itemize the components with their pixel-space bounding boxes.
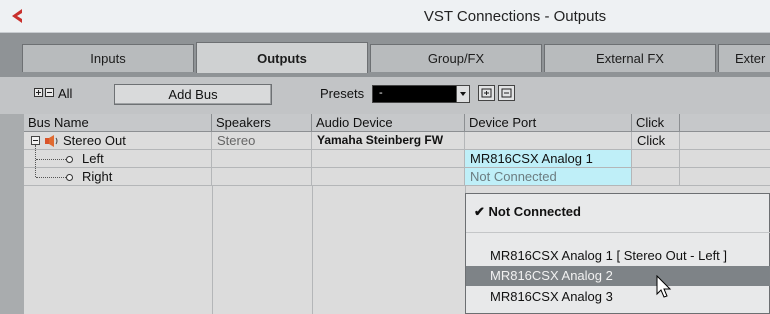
chevron-down-icon [456,86,469,102]
presets-label: Presets [320,86,365,101]
tree-line [36,177,66,178]
menu-separator [466,232,770,233]
click-cell[interactable] [632,168,680,185]
col-audio-device[interactable]: Audio Device [312,114,465,132]
click-cell[interactable]: Click [632,132,680,149]
collapse-bus-icon[interactable] [31,136,40,145]
table-header: Bus Name Speakers Audio Device Device Po… [24,114,770,132]
column-divider [312,186,313,314]
collapse-all-icon[interactable] [45,88,54,97]
title-bar: VST Connections - Outputs [0,0,770,33]
tab-external-fx[interactable]: External FX [544,44,716,72]
bus-name-cell[interactable]: Left [77,150,212,167]
checkmark-icon: ✔ [474,204,485,219]
table-row[interactable]: Left MR816CSX Analog 1 [24,145,770,168]
table-row[interactable]: Right Not Connected [24,158,770,186]
speakers-cell[interactable] [212,150,312,167]
port-icon [66,174,73,181]
remove-preset-button[interactable] [498,85,515,101]
add-bus-button[interactable]: Add Bus [114,84,272,105]
audio-device-cell[interactable]: Yamaha Steinberg FW [312,132,465,149]
menu-item-analog-2[interactable]: MR816CSX Analog 2 [466,266,770,286]
col-device-port[interactable]: Device Port [465,114,632,132]
col-click[interactable]: Click [632,114,680,132]
device-port-menu: ✔ Not Connected MR816CSX Analog 1 [ Ster… [465,193,770,314]
tree-line [35,145,36,159]
column-divider [212,186,213,314]
tab-outputs[interactable]: Outputs [196,42,368,73]
tree-line [35,158,36,177]
device-port-cell[interactable]: Not Connected [465,168,632,185]
presets-select[interactable]: - [372,85,470,103]
remove-preset-icon [501,88,512,98]
menu-item-analog-1[interactable]: MR816CSX Analog 1 [ Stereo Out - Left ] [466,246,770,266]
tab-bar: Inputs Outputs Group/FX External FX Exte… [0,33,770,77]
tab-external-instruments[interactable]: Exter [718,44,770,72]
device-port-cell[interactable]: MR816CSX Analog 1 [465,150,632,167]
device-port-cell[interactable] [465,132,632,149]
tab-inputs[interactable]: Inputs [22,44,194,72]
tree-line [36,159,66,160]
store-preset-icon [481,88,492,98]
bus-name-cell[interactable]: Stereo Out [58,132,212,149]
presets-value: - [379,87,383,99]
store-preset-button[interactable] [478,85,495,101]
menu-item-not-connected[interactable]: ✔ Not Connected [466,202,770,222]
speakers-cell[interactable]: Stereo [212,132,312,149]
col-speakers[interactable]: Speakers [212,114,312,132]
all-label: All [58,86,73,101]
audio-device-cell[interactable] [312,168,465,185]
tab-group-fx[interactable]: Group/FX [370,44,542,72]
audio-device-cell[interactable] [312,150,465,167]
menu-item-analog-3[interactable]: MR816CSX Analog 3 [466,287,770,307]
port-icon [66,156,73,163]
speakers-cell[interactable] [212,168,312,185]
table-row[interactable]: Stereo Out Stereo Yamaha Steinberg FW Cl… [24,132,770,150]
click-cell[interactable] [632,150,680,167]
mouse-cursor-icon [656,275,672,298]
col-bus-name[interactable]: Bus Name [24,114,212,132]
toolbar: All Add Bus Presets - [0,77,770,114]
window-title: VST Connections - Outputs [423,8,607,25]
menu-item-label: Not Connected [488,204,581,219]
expand-collapse-all [34,88,54,97]
expand-all-icon[interactable] [34,88,43,97]
bus-name-cell[interactable]: Right [77,168,212,185]
